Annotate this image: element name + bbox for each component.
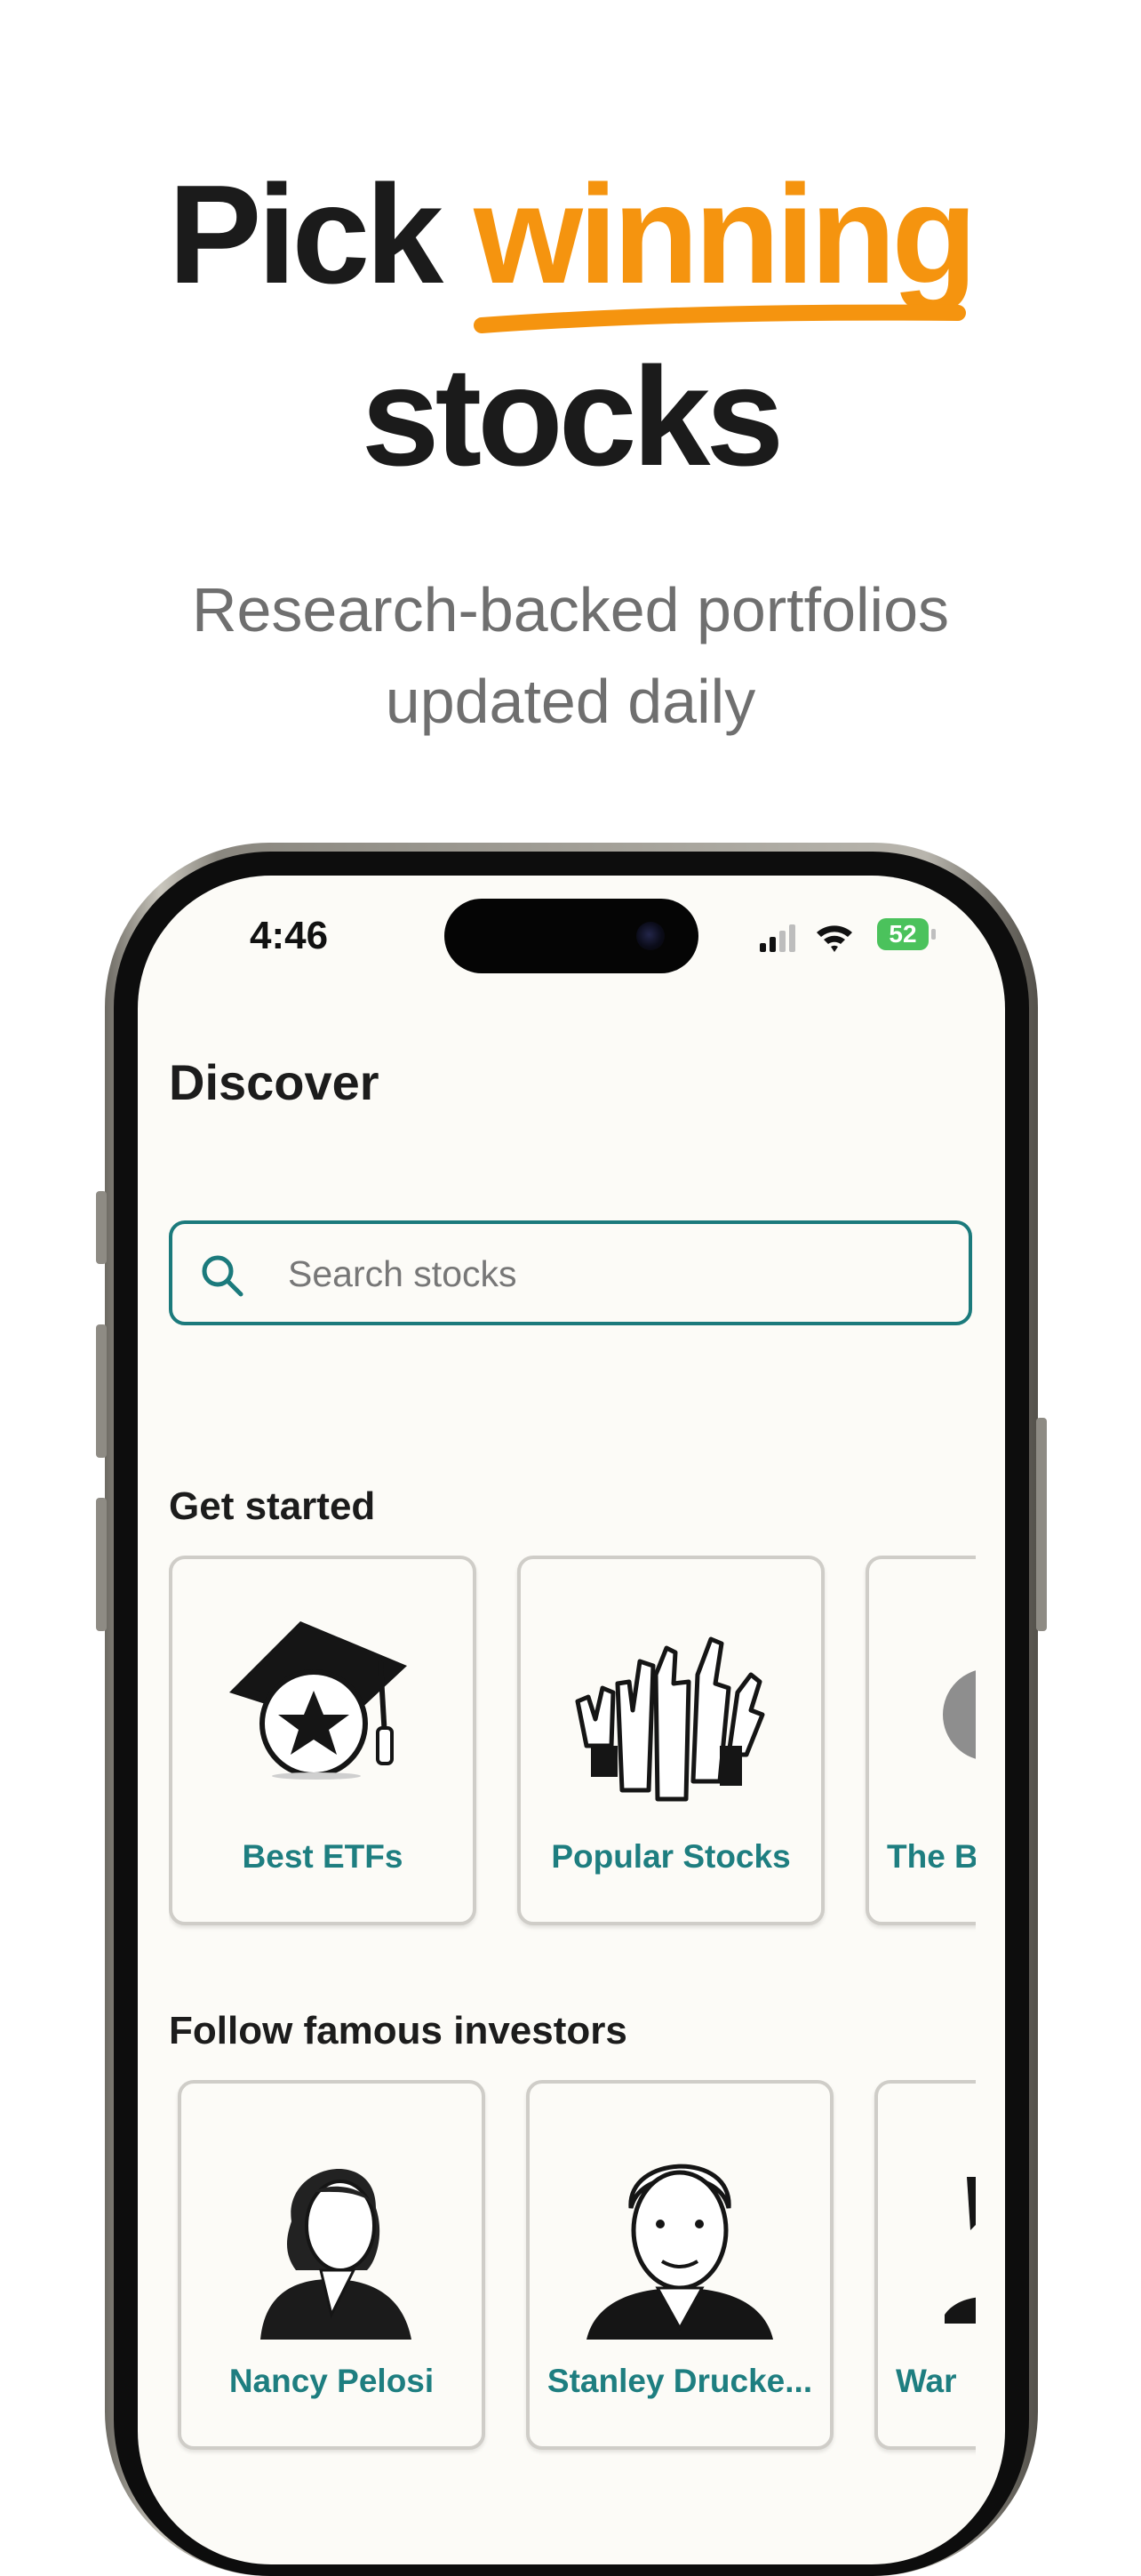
headline-underline-icon bbox=[474, 304, 966, 333]
headline-word-stocks: stocks bbox=[361, 339, 785, 495]
status-time: 4:46 bbox=[250, 914, 329, 957]
card-war[interactable]: War bbox=[874, 2080, 976, 2450]
battery-charging-icon: 52 bbox=[877, 918, 929, 950]
volume-up-button bbox=[96, 1324, 107, 1458]
headline-line-1: Pick winning bbox=[0, 164, 1141, 305]
card-label: Best ETFs bbox=[242, 1838, 403, 1875]
investors-carousel[interactable]: Nancy Pelosi Stanley Drucke... War bbox=[169, 2080, 976, 2462]
signal-icon bbox=[760, 924, 795, 952]
subtitle-line-2: updated daily bbox=[385, 667, 756, 736]
page-title: Discover bbox=[169, 1054, 379, 1110]
card-stanley-druckenmiller[interactable]: Stanley Drucke... bbox=[526, 2080, 834, 2450]
hero-subtitle: Research-backed portfolios updated daily bbox=[0, 564, 1141, 748]
headline-word-pick: Pick bbox=[168, 156, 443, 313]
action-button bbox=[96, 1191, 107, 1264]
portrait-icon bbox=[586, 2164, 773, 2340]
wifi-icon bbox=[817, 925, 852, 952]
search-icon bbox=[202, 1255, 243, 1297]
section-title-get-started: Get started bbox=[169, 1484, 376, 1528]
dynamic-island bbox=[444, 899, 698, 973]
search-bar[interactable] bbox=[169, 1220, 972, 1325]
card-label: Nancy Pelosi bbox=[228, 2363, 435, 2399]
graduation-cap-icon bbox=[229, 1621, 407, 1780]
thumbs-up-hands-icon bbox=[575, 1636, 765, 1802]
headline-word-winning: winning bbox=[474, 156, 977, 313]
card-the-b[interactable]: The B bbox=[866, 1556, 976, 1925]
power-button bbox=[1036, 1418, 1047, 1631]
subtitle-line-1: Research-backed portfolios bbox=[191, 575, 950, 644]
card-best-etfs[interactable]: Best ETFs bbox=[169, 1556, 476, 1925]
card-label: The B bbox=[887, 1838, 976, 1875]
volume-down-button bbox=[96, 1498, 107, 1631]
card-popular-stocks[interactable]: Popular Stocks bbox=[517, 1556, 825, 1925]
get-started-carousel[interactable]: Best ETFs Popular Stocks The B bbox=[169, 1556, 976, 1938]
portrait-icon bbox=[260, 2169, 411, 2340]
card-nancy-pelosi[interactable]: Nancy Pelosi bbox=[178, 2080, 485, 2450]
card-label: War bbox=[896, 2363, 957, 2399]
camera-icon bbox=[636, 922, 665, 950]
portrait-icon bbox=[945, 2177, 976, 2324]
card-label: Stanley Drucke... bbox=[547, 2363, 813, 2399]
status-icons bbox=[760, 924, 852, 952]
battery-cap bbox=[931, 929, 936, 940]
circle-icon bbox=[943, 1670, 976, 1759]
phone-screen: 4:46 52 Discover Get started bbox=[138, 876, 1005, 2564]
search-input[interactable] bbox=[286, 1242, 947, 1306]
card-label: Popular Stocks bbox=[551, 1838, 791, 1875]
section-title-investors: Follow famous investors bbox=[169, 2009, 627, 2052]
